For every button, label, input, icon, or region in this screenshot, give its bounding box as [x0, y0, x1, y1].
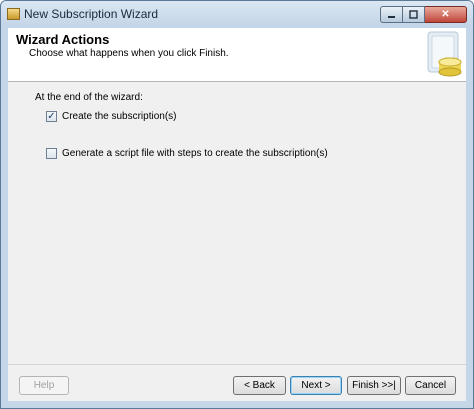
next-button[interactable]: Next >	[290, 376, 342, 395]
generate-script-label[interactable]: Generate a script file with steps to cre…	[62, 148, 328, 159]
wizard-body: At the end of the wizard: ✓ Create the s…	[8, 82, 466, 364]
checkmark-icon: ✓	[47, 110, 56, 122]
window-controls: ✕	[380, 6, 467, 24]
minimize-button[interactable]	[380, 6, 403, 23]
cancel-button[interactable]: Cancel	[405, 376, 456, 395]
close-icon: ✕	[441, 9, 450, 20]
wizard-header: Wizard Actions Choose what happens when …	[8, 28, 466, 82]
create-subscription-checkbox[interactable]: ✓	[46, 111, 57, 122]
maximize-icon	[409, 10, 418, 19]
maximize-button[interactable]	[403, 6, 425, 23]
app-icon	[7, 8, 20, 20]
button-bar: Help < Back Next > Finish >>| Cancel	[8, 364, 466, 401]
page-title: Wizard Actions	[16, 32, 110, 47]
close-button[interactable]: ✕	[425, 6, 467, 23]
actions-group-label: At the end of the wizard:	[35, 92, 143, 103]
finish-button[interactable]: Finish >>|	[347, 376, 401, 395]
page-subtitle: Choose what happens when you click Finis…	[29, 48, 229, 59]
create-subscription-label[interactable]: Create the subscription(s)	[62, 111, 177, 122]
generate-script-option[interactable]: Generate a script file with steps to cre…	[46, 148, 328, 159]
help-button[interactable]: Help	[19, 376, 69, 395]
back-button[interactable]: < Back	[233, 376, 286, 395]
database-wizard-icon	[427, 31, 462, 77]
wizard-window: New Subscription Wizard ✕ Wizard Actions…	[0, 0, 474, 409]
title-bar[interactable]: New Subscription Wizard ✕	[1, 1, 473, 28]
minimize-icon	[388, 16, 395, 18]
generate-script-checkbox[interactable]	[46, 148, 57, 159]
create-subscription-option[interactable]: ✓ Create the subscription(s)	[46, 111, 177, 122]
window-title: New Subscription Wizard	[24, 7, 159, 21]
